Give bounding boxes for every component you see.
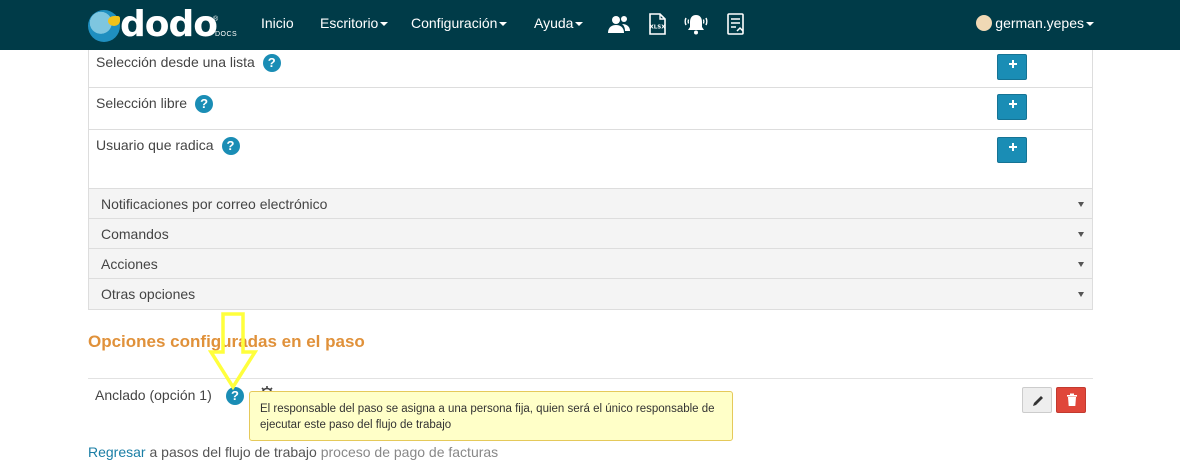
dodo-docs-logo[interactable]: dodo ® DOCS	[88, 4, 238, 46]
logo-registered-mark: ®	[213, 16, 219, 23]
add-filing-user-button[interactable]	[997, 137, 1027, 163]
help-icon[interactable]: ?	[262, 54, 281, 73]
users-icon[interactable]	[607, 12, 631, 36]
chevron-down-icon	[380, 22, 389, 27]
trash-icon	[1067, 393, 1077, 406]
accordion-other-options[interactable]: Otras opciones	[89, 279, 1092, 309]
list-item: Usuario que radica?	[89, 130, 1092, 188]
accordion-commands[interactable]: Comandos	[89, 219, 1092, 249]
list-item-label: Selección libre	[96, 95, 188, 111]
assignment-options-list: Selección desde una lista? Selección lib…	[88, 50, 1093, 188]
list-item: Selección libre?	[89, 88, 1092, 130]
svg-text:XLSX: XLSX	[650, 25, 667, 31]
user-menu[interactable]: german.yepes	[976, 0, 1094, 50]
step-settings-accordion: Notificaciones por correo electrónico Co…	[88, 188, 1093, 310]
configured-option-label: Anclado (opción 1)	[95, 387, 212, 403]
nav-ayuda[interactable]: Ayuda	[534, 0, 584, 50]
chevron-down-icon	[1086, 22, 1094, 27]
nav-configuracion[interactable]: Configuración	[411, 0, 508, 50]
delete-button[interactable]	[1056, 387, 1086, 413]
logo-subtitle: DOCS	[215, 31, 238, 38]
workflow-name: proceso de pago de facturas	[320, 444, 499, 460]
nav-escritorio[interactable]: Escritorio	[320, 0, 389, 50]
caret-down-icon	[1078, 232, 1084, 237]
accordion-email-notifications[interactable]: Notificaciones por correo electrónico	[89, 189, 1092, 219]
notification-bell-icon[interactable]	[683, 12, 709, 36]
help-icon[interactable]: ?	[221, 137, 240, 156]
nav-inicio[interactable]: Inicio	[261, 0, 294, 50]
accordion-actions[interactable]: Acciones	[89, 249, 1092, 279]
add-free-selection-button[interactable]	[997, 94, 1027, 120]
avatar	[976, 15, 993, 32]
list-item: Selección desde una lista?	[89, 50, 1092, 88]
list-item-label: Selección desde una lista	[96, 54, 255, 70]
top-navbar: dodo ® DOCS Inicio Escritorio Configurac…	[0, 0, 1180, 50]
add-selection-list-button[interactable]	[997, 54, 1027, 80]
xlsx-file-icon[interactable]: XLSX	[645, 12, 669, 36]
logo-text: dodo	[120, 4, 218, 45]
back-link[interactable]: Regresar	[88, 444, 146, 460]
chevron-down-icon	[575, 22, 584, 27]
document-list-icon[interactable]	[724, 12, 748, 36]
list-item-label: Usuario que radica	[96, 137, 214, 153]
dodo-bird-icon	[88, 10, 120, 42]
back-text: a pasos del flujo de trabajo	[145, 444, 321, 460]
help-icon[interactable]: ?	[195, 95, 214, 114]
edit-button[interactable]	[1022, 387, 1052, 413]
pencil-icon	[1033, 396, 1043, 406]
caret-down-icon	[1078, 202, 1084, 207]
caret-down-icon	[1078, 292, 1084, 297]
annotation-arrow-icon	[208, 312, 258, 390]
caret-down-icon	[1078, 262, 1084, 267]
back-navigation: Regresar a pasos del flujo de trabajo pr…	[88, 444, 498, 460]
help-tooltip: El responsable del paso se asigna a una …	[249, 391, 733, 441]
chevron-down-icon	[499, 22, 508, 27]
